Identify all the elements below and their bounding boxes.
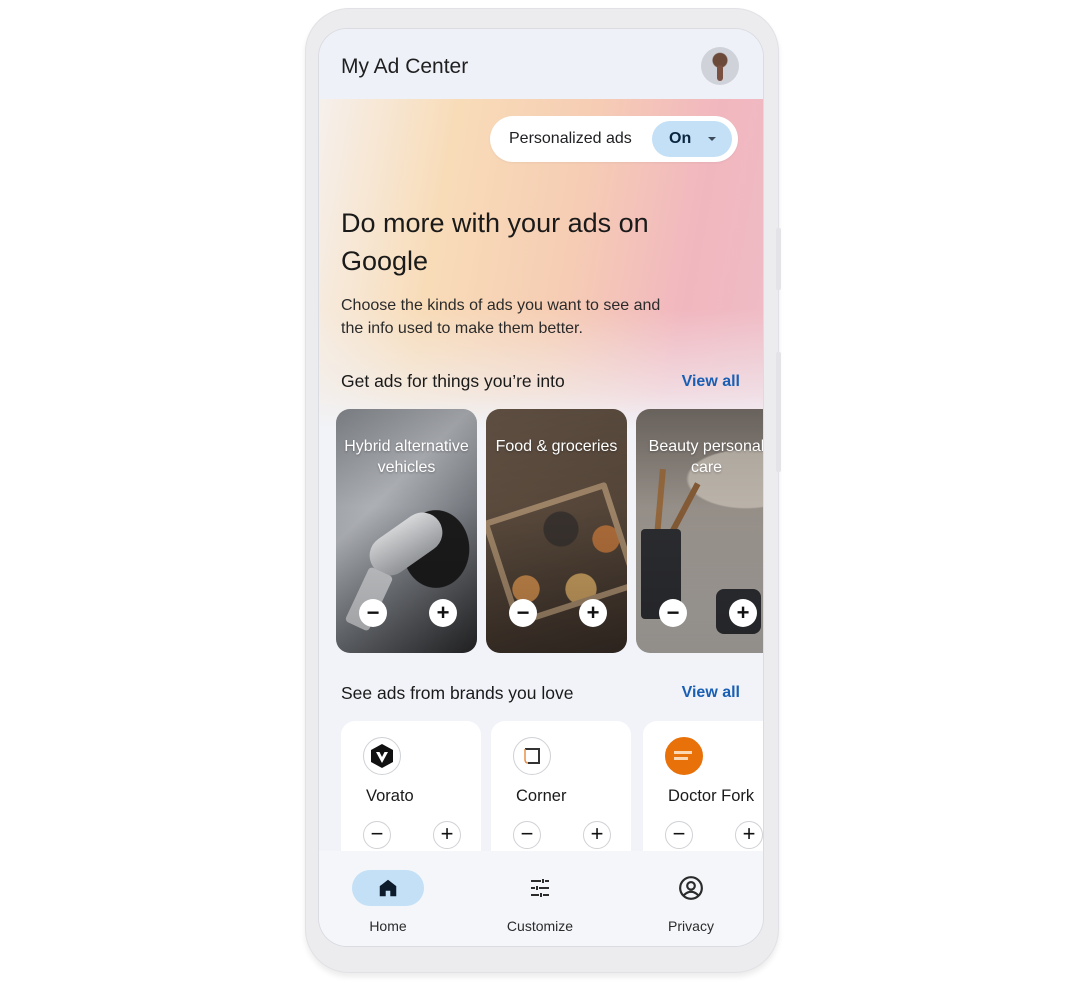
brand-name: Doctor Fork (668, 787, 755, 805)
app-screen: My Ad Center Personalized ads On Do more… (319, 29, 763, 946)
home-icon (379, 879, 397, 897)
topic-card-beauty-personal-care[interactable]: Beauty personal care − + (636, 409, 763, 653)
topics-view-all-link[interactable]: View all (682, 373, 740, 391)
nav-label: Customize (506, 918, 574, 934)
personalized-ads-dropdown[interactable]: On (652, 121, 732, 157)
volume-button (776, 228, 781, 290)
topics-section-title: Get ads for things you’re into (341, 371, 565, 391)
vorato-logo-icon (363, 737, 401, 775)
bottom-navigation: Home Customize Privacy (319, 851, 763, 946)
account-circle-icon (679, 876, 703, 900)
brand-card-corner[interactable]: Corner − + (491, 721, 631, 871)
power-button (776, 352, 781, 472)
brand-card-vorato[interactable]: Vorato − + (341, 721, 481, 871)
chevron-down-icon (708, 137, 716, 141)
brands-view-all-link[interactable]: View all (682, 684, 740, 702)
topic-remove-button[interactable]: − (359, 599, 387, 627)
corner-logo-icon (513, 737, 551, 775)
personalized-ads-value: On (669, 130, 692, 147)
topic-remove-button[interactable]: − (659, 599, 687, 627)
topic-card-hybrid-vehicles[interactable]: Hybrid alternative vehicles − + (336, 409, 477, 653)
nav-label: Privacy (668, 918, 714, 934)
brand-add-button[interactable]: + (735, 821, 763, 849)
brand-name: Vorato (366, 787, 414, 805)
brand-add-button[interactable]: + (433, 821, 461, 849)
topic-label: Food & groceries (495, 438, 618, 455)
app-bar: My Ad Center (319, 29, 763, 99)
topic-label: Hybrid alternative vehicles (344, 438, 469, 476)
topic-label: Beauty personal care (648, 438, 763, 476)
topic-add-button[interactable]: + (579, 599, 607, 627)
doctor-fork-logo-icon (665, 737, 703, 775)
brand-name: Corner (516, 787, 567, 805)
personalized-ads-control: Personalized ads On (490, 116, 738, 162)
nav-item-customize[interactable]: Customize (480, 866, 600, 936)
topic-add-button[interactable]: + (429, 599, 457, 627)
personalized-ads-label: Personalized ads (509, 130, 632, 147)
brand-add-button[interactable]: + (583, 821, 611, 849)
brand-remove-button[interactable]: − (513, 821, 541, 849)
hero-headline: Do more with your ads on Google (341, 208, 649, 276)
brands-section-title: See ads from brands you love (341, 683, 574, 703)
user-avatar[interactable] (701, 47, 739, 85)
topic-add-button[interactable]: + (729, 599, 757, 627)
brand-card-doctor-fork[interactable]: Doctor Fork − + (643, 721, 763, 871)
tune-icon (531, 879, 549, 897)
nav-item-privacy[interactable]: Privacy (631, 866, 751, 936)
nav-item-home[interactable]: Home (328, 866, 448, 936)
hero-subtext: Choose the kinds of ads you want to see … (341, 297, 661, 337)
brand-remove-button[interactable]: − (363, 821, 391, 849)
nav-label: Home (369, 918, 407, 934)
app-title: My Ad Center (341, 55, 469, 78)
topic-remove-button[interactable]: − (509, 599, 537, 627)
brand-remove-button[interactable]: − (665, 821, 693, 849)
topic-card-food-groceries[interactable]: Food & groceries − + (486, 409, 627, 653)
